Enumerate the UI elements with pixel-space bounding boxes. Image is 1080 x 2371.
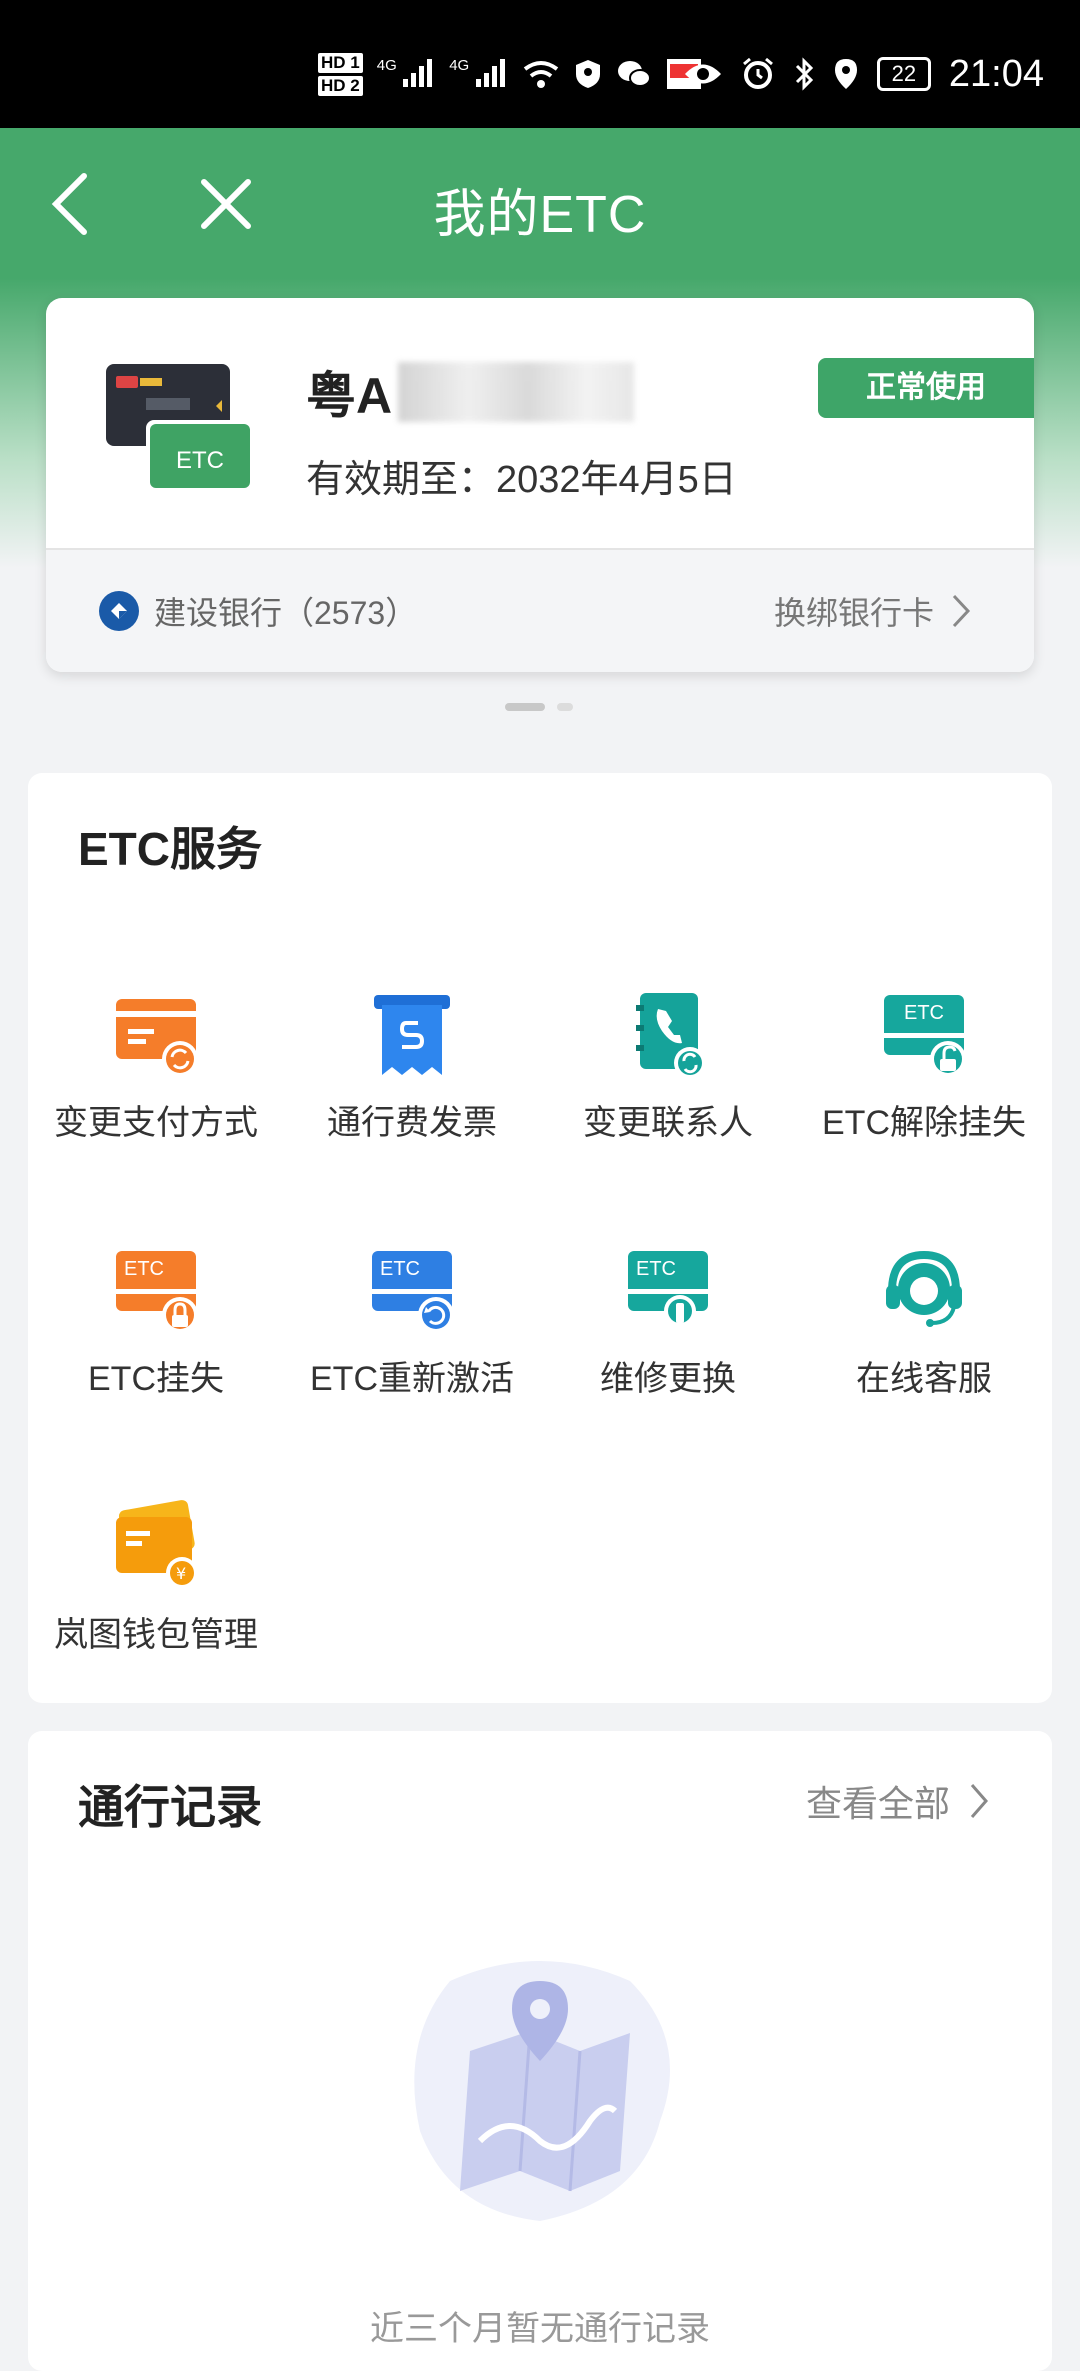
etc-card-icon-text: ETC — [176, 447, 224, 474]
ccb-bank-icon — [99, 591, 139, 631]
etc-lock-icon: ETC — [116, 1251, 198, 1333]
empty-map-illustration — [414, 1961, 670, 2221]
etc-card-icon: ETC — [106, 364, 254, 492]
records-title: 通行记录 — [78, 1781, 262, 1833]
battery-indicator: 22 — [876, 57, 931, 91]
plate-prefix: 粤A — [306, 368, 393, 424]
service-etc-reactivate[interactable]: ETC ETC重新激活 — [284, 1241, 540, 1441]
svg-text:ETC: ETC — [124, 1258, 164, 1280]
empty-records-message: 近三个月暂无通行记录 — [370, 2310, 710, 2348]
travel-records-panel: 通行记录 查看全部 近三个月暂无通行记录 — [28, 1731, 1052, 2371]
etc-reactivate-icon: ETC — [372, 1251, 454, 1333]
svg-text:¥: ¥ — [176, 1564, 186, 1583]
service-label: 变更联系人 — [583, 1104, 753, 1142]
bank-info: 建设银行（2573） — [98, 588, 417, 634]
payment-change-icon — [116, 999, 198, 1077]
etc-card[interactable]: ETC 粤A 有效期至：2032年4月5日 正常使用 建设银行（2573） 换绑… — [46, 298, 1034, 672]
plate-mask — [398, 362, 635, 422]
bluetooth-icon — [795, 57, 814, 91]
signal-icon: 4G — [377, 57, 435, 92]
bank-label: 建设银行（2573） — [154, 595, 418, 631]
card-pager — [505, 703, 573, 711]
eye-icon — [684, 64, 721, 84]
chevron-right-icon — [952, 594, 971, 628]
rebind-bank-card-button[interactable]: 换绑银行卡 — [774, 588, 972, 634]
status-right: 22 21:04 — [683, 44, 1044, 104]
bank-row: 建设银行（2573） 换绑银行卡 — [46, 548, 1034, 672]
status-badge: 正常使用 — [818, 358, 1034, 418]
view-all-label: 查看全部 — [805, 1783, 950, 1824]
service-label: 岚图钱包管理 — [54, 1616, 258, 1654]
service-change-contact[interactable]: 变更联系人 — [540, 985, 796, 1185]
wifi-icon — [523, 61, 558, 88]
validity-date: 有效期至：2032年4月5日 — [306, 459, 737, 501]
services-title: ETC服务 — [78, 823, 262, 875]
contact-change-icon — [636, 993, 706, 1079]
svg-text:ETC: ETC — [904, 1002, 944, 1024]
page-title: 我的ETC — [433, 186, 647, 244]
status-left: HD 1 HD 2 4G 4G — [318, 44, 702, 104]
service-label: ETC挂失 — [88, 1360, 224, 1398]
svg-text:ETC: ETC — [636, 1258, 676, 1280]
view-all-button[interactable]: 查看全部 — [806, 1775, 990, 1827]
headset-icon — [886, 1250, 962, 1327]
rebind-label: 换绑银行卡 — [773, 595, 934, 631]
clock: 21:04 — [948, 52, 1044, 95]
service-etc-unlock[interactable]: ETC ETC解除挂失 — [796, 985, 1052, 1185]
service-label: 通行费发票 — [327, 1104, 497, 1142]
status-bar: HD 1 HD 2 4G 4G 22 21:04 — [0, 0, 1080, 128]
etc-services-panel: ETC服务 变更支付方式 通行费发票 变更联系人 ETC ETC解除挂失 ETC… — [28, 773, 1052, 1703]
service-label: 在线客服 — [856, 1360, 992, 1398]
service-label: 维修更换 — [600, 1360, 736, 1398]
service-label: ETC解除挂失 — [822, 1104, 1026, 1142]
service-label: 变更支付方式 — [54, 1104, 258, 1142]
shield-icon — [575, 60, 600, 88]
sim1-badge: HD 1 — [318, 52, 363, 73]
etc-unlock-icon: ETC — [884, 995, 966, 1077]
chevron-right-icon — [970, 1784, 988, 1818]
sim2-badge: HD 2 — [318, 75, 363, 96]
service-change-payment[interactable]: 变更支付方式 — [28, 985, 284, 1185]
wechat-icon — [617, 61, 651, 87]
service-wallet-management[interactable]: ¥ 岚图钱包管理 — [28, 1497, 284, 1697]
service-toll-invoice[interactable]: 通行费发票 — [284, 985, 540, 1185]
invoice-icon — [374, 995, 450, 1075]
location-icon — [834, 59, 857, 89]
plate-number: 粤A — [306, 356, 635, 428]
signal-icon-2: 4G — [449, 57, 507, 92]
pager-dot — [557, 703, 573, 711]
nav-bar: 我的ETC — [0, 128, 1080, 278]
pager-dot-active — [505, 703, 545, 711]
service-label: ETC重新激活 — [310, 1360, 514, 1398]
svg-text:ETC: ETC — [380, 1258, 420, 1280]
card-info: ETC 粤A 有效期至：2032年4月5日 正常使用 — [46, 298, 1034, 548]
repair-icon: ETC — [628, 1251, 708, 1327]
sim-badges: HD 1 HD 2 — [318, 50, 363, 99]
service-etc-lock[interactable]: ETC ETC挂失 — [28, 1241, 284, 1441]
service-online-support[interactable]: 在线客服 — [796, 1241, 1052, 1441]
alarm-icon — [742, 57, 773, 89]
wallet-icon: ¥ — [116, 1500, 198, 1589]
service-repair-replace[interactable]: ETC 维修更换 — [540, 1241, 796, 1441]
